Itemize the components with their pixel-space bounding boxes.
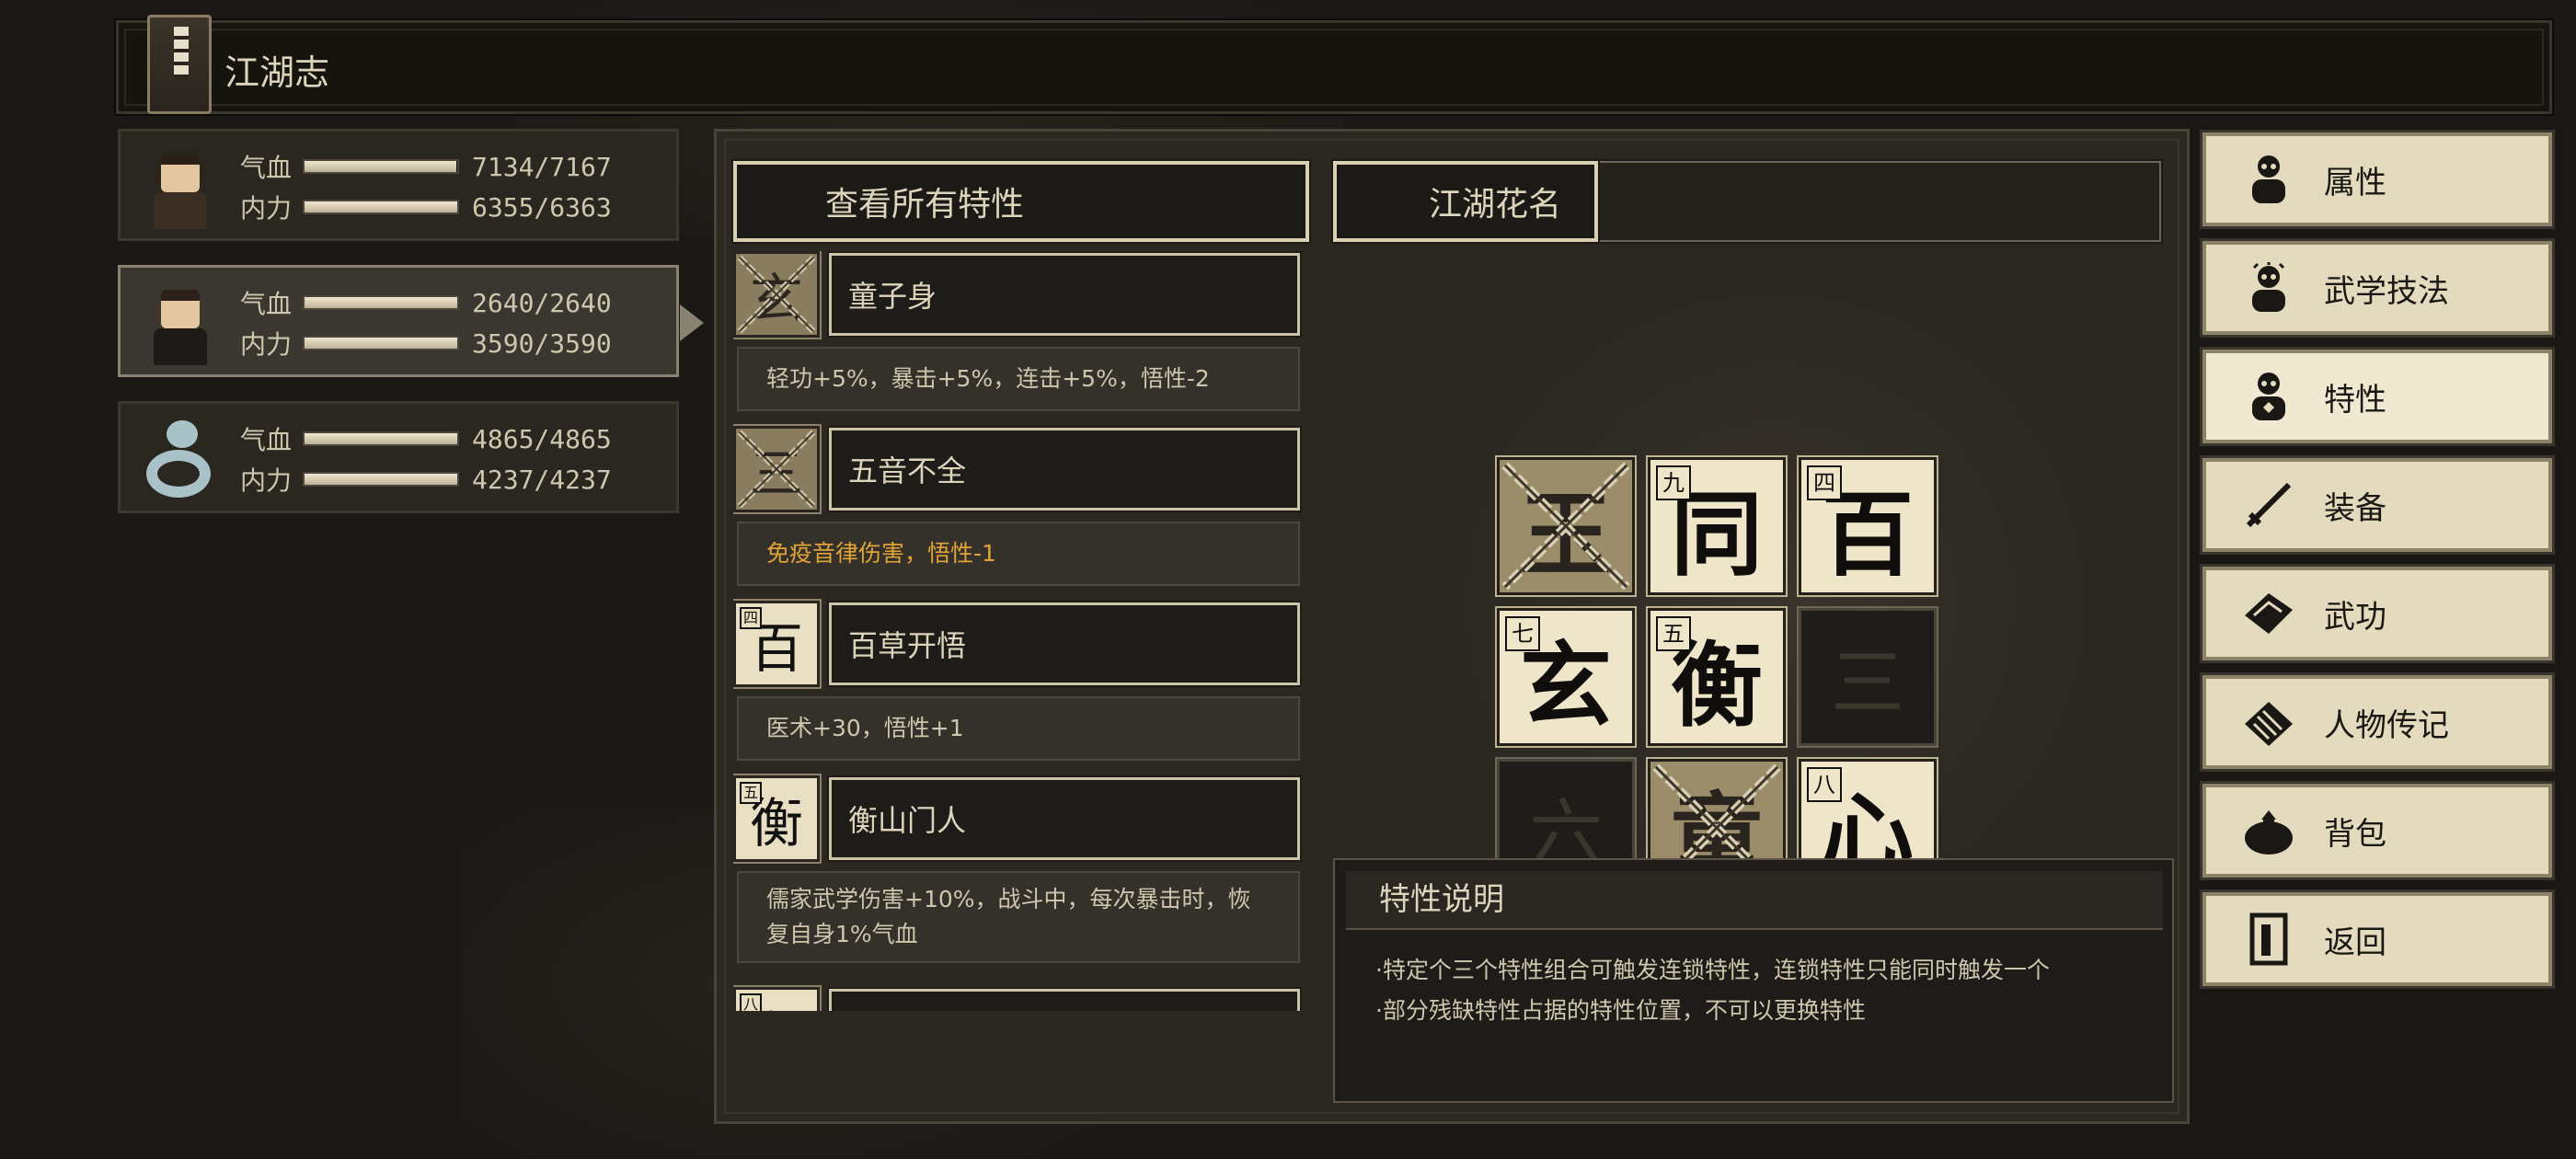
sword-icon — [2241, 477, 2296, 533]
menu-biography-button[interactable]: 人物传记 — [2200, 672, 2555, 772]
nickname-tab[interactable]: 江湖花名 — [1331, 159, 1600, 244]
menu-label: 人物传记 — [2324, 706, 2449, 744]
hp-value: 4865/4865 — [472, 423, 612, 454]
menu-attributes-button[interactable]: 属性 — [2200, 130, 2555, 229]
grid-cell[interactable]: 五衡 — [1646, 606, 1788, 748]
character-icon — [2241, 152, 2296, 207]
traits-panel: 查看所有特性 江湖花名 玄 童子身 轻功+5%，暴击+5%，连击+5%，悟性-2… — [714, 129, 2190, 1124]
trait-glyph-icon: 五衡 — [733, 774, 822, 864]
menu-label: 背包 — [2324, 815, 2386, 853]
menu-martial-arts-button[interactable]: 武功 — [2200, 564, 2555, 663]
trait-name: 五音不全 — [827, 426, 1302, 512]
martial-skill-icon — [2241, 260, 2296, 316]
character-card[interactable]: 气血 7134/7167 内力 6355/6363 — [118, 129, 679, 241]
hp-bar — [303, 159, 459, 174]
menu-martial-skills-button[interactable]: 武学技法 — [2200, 238, 2555, 338]
list-item[interactable]: 五衡 衡山门人 儒家武学伤害+10%，战斗中，每次暴击时，恢复自身1%气血 — [733, 774, 1304, 987]
girl-avatar — [137, 277, 225, 369]
character-card[interactable]: 气血 4865/4865 内力 4237/4237 — [118, 401, 679, 513]
list-item[interactable]: 八心 — [733, 985, 1304, 1011]
trait-name: 百草开悟 — [827, 601, 1302, 687]
hp-value: 7134/7167 — [472, 151, 612, 182]
grid-cell-empty[interactable]: 三 — [1797, 606, 1938, 748]
menu-label: 武学技法 — [2324, 272, 2449, 310]
door-icon — [2241, 912, 2296, 967]
list-item[interactable]: 四百 百草开悟 医术+30，悟性+1 — [733, 599, 1304, 775]
grid-cell[interactable]: 七玄 — [1495, 606, 1637, 748]
trait-description: 免疫音律伤害，悟性-1 — [737, 522, 1300, 586]
view-all-traits-button[interactable]: 查看所有特性 — [731, 159, 1311, 244]
menu-label: 属性 — [2324, 164, 2386, 201]
trait-name: 衡山门人 — [827, 775, 1302, 862]
menu-inventory-button[interactable]: 背包 — [2200, 781, 2555, 880]
hp-value: 2640/2640 — [472, 287, 612, 318]
trait-name: 童子身 — [827, 251, 1302, 338]
hp-label: 气血 — [240, 153, 293, 183]
list-item[interactable]: 玄 童子身 轻功+5%，暴击+5%，连击+5%，悟性-2 — [733, 251, 1304, 426]
trait-description: 医术+30，悟性+1 — [737, 696, 1300, 761]
hp-bar — [303, 295, 459, 310]
hp-label: 气血 — [240, 425, 293, 455]
grid-cell[interactable]: 九同 — [1646, 455, 1788, 597]
trait-glyph-icon: 三 — [733, 424, 822, 514]
character-card[interactable]: 气血 2640/2640 内力 3590/3590 — [118, 265, 704, 377]
grid-cell[interactable]: 四百 — [1797, 455, 1938, 597]
mp-value: 3590/3590 — [472, 327, 612, 359]
mp-bar — [303, 200, 459, 214]
trait-list[interactable]: 玄 童子身 轻功+5%，暴击+5%，连击+5%，悟性-2 三 五音不全 免疫音律… — [733, 251, 1304, 1011]
trait-info-title: 特性说明 — [1346, 871, 2163, 930]
mp-value: 4237/4237 — [472, 464, 612, 495]
trait-glyph-icon: 八心 — [733, 985, 822, 1011]
trait-glyph-icon: 四百 — [733, 599, 822, 689]
mp-bar — [303, 472, 459, 487]
trait-description: 儒家武学伤害+10%，战斗中，每次暴击时，恢复自身1%气血 — [737, 871, 1300, 963]
page-title: 江湖志 — [224, 52, 330, 93]
mp-label: 内力 — [240, 465, 293, 496]
mp-value: 6355/6363 — [472, 191, 612, 223]
menu-equipment-button[interactable]: 装备 — [2200, 455, 2555, 555]
swordsman-avatar — [137, 141, 225, 233]
menu-label: 装备 — [2324, 489, 2386, 527]
mp-bar — [303, 336, 459, 350]
mp-label: 内力 — [240, 329, 293, 360]
trait-glyph-icon: 玄 — [733, 251, 822, 339]
trait-info-line: ·特定个三个特性组合可触发连锁特性，连锁特性只能同时触发一个 — [1375, 957, 2050, 983]
book-icon — [2241, 586, 2296, 641]
mp-label: 内力 — [240, 193, 293, 224]
bag-icon — [2241, 803, 2296, 858]
trait-name — [827, 987, 1302, 1011]
menu-label: 武功 — [2324, 598, 2386, 636]
scroll-icon — [2241, 694, 2296, 750]
view-all-traits-label: 查看所有特性 — [825, 186, 1025, 224]
trait-info-line: ·部分残缺特性占据的特性位置，不可以更换特性 — [1375, 997, 1866, 1024]
journal-book-icon — [147, 15, 212, 114]
hp-label: 气血 — [240, 289, 293, 319]
trait-icon — [2241, 369, 2296, 424]
snake-avatar — [137, 413, 225, 505]
menu-label: 特性 — [2324, 381, 2386, 419]
title-bar — [114, 18, 2554, 116]
menu-label: 返回 — [2324, 924, 2386, 961]
nickname-label: 江湖花名 — [1429, 186, 1562, 224]
menu-back-button[interactable]: 返回 — [2200, 889, 2555, 989]
menu-traits-button[interactable]: 特性 — [2200, 347, 2555, 446]
list-item[interactable]: 三 五音不全 免疫音律伤害，悟性-1 — [733, 424, 1304, 601]
trait-info-panel: 特性说明 ·特定个三个特性组合可触发连锁特性，连锁特性只能同时触发一个 ·部分残… — [1333, 858, 2174, 1103]
grid-cell[interactable]: 玉 — [1495, 455, 1637, 597]
hp-bar — [303, 431, 459, 446]
trait-description: 轻功+5%，暴击+5%，连击+5%，悟性-2 — [737, 347, 1300, 411]
